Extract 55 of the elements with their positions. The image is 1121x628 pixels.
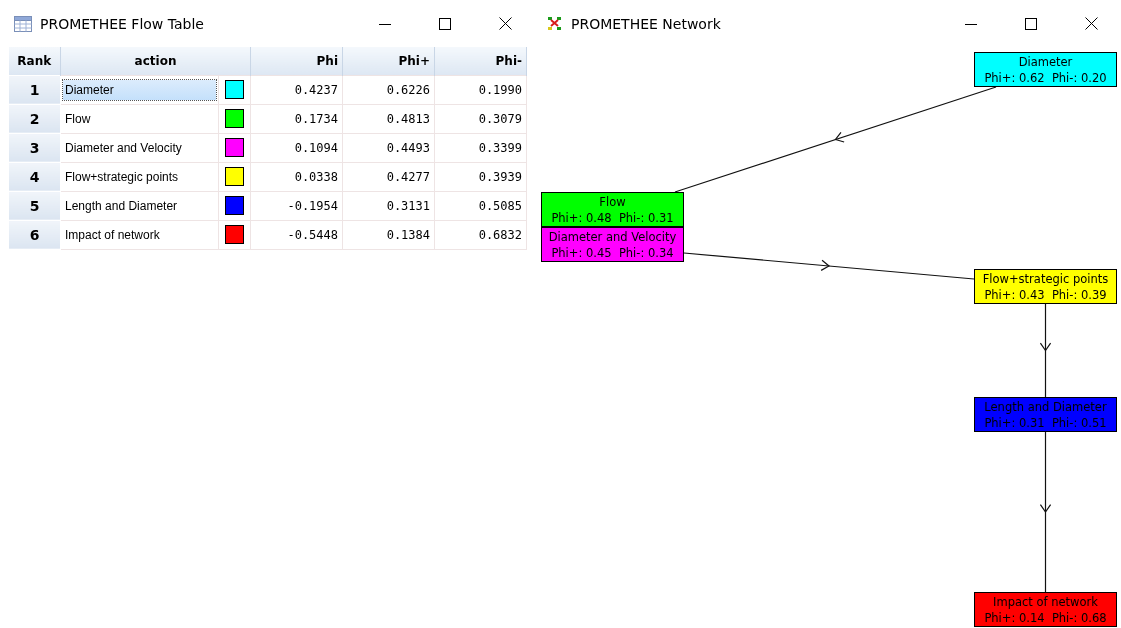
table-cell: 0.1384	[342, 220, 435, 249]
close-icon[interactable]	[1084, 17, 1098, 30]
action-cell[interactable]: Diameter	[63, 79, 216, 100]
network-node[interactable]: Diameter and Velocity Phi+: 0.45 Phi-: 0.34	[541, 227, 684, 262]
column-header[interactable]: Rank	[8, 47, 61, 75]
column-header[interactable]: Phi	[250, 47, 343, 75]
table-cell: 0.4277	[342, 162, 435, 191]
close-icon[interactable]	[498, 17, 512, 30]
network-node[interactable]: Diameter Phi+: 0.62 Phi-: 0.20	[974, 52, 1117, 87]
node-label: Flow+strategic points	[982, 270, 1109, 287]
table-cell: -0.5448	[250, 220, 343, 249]
table-cell: 0.3079	[434, 104, 527, 133]
node-label: Impact of network	[993, 593, 1098, 610]
network-node[interactable]: Flow+strategic points Phi+: 0.43 Phi-: 0.39	[974, 269, 1117, 304]
maximize-icon[interactable]	[1025, 17, 1037, 30]
rank-cell: 4	[8, 162, 61, 191]
table-cell: 0.4813	[342, 104, 435, 133]
column-header[interactable]: Phi+	[342, 47, 435, 75]
table-cell: 0.1990	[434, 75, 527, 104]
node-label: Flow	[599, 193, 626, 210]
node-scores: Phi+: 0.43 Phi-: 0.39	[984, 286, 1107, 303]
table-cell: 0.3939	[434, 162, 527, 191]
maximize-icon[interactable]	[439, 17, 451, 30]
node-scores: Phi+: 0.14 Phi-: 0.68	[984, 609, 1107, 626]
rank-cell: 3	[8, 133, 61, 162]
table-cell: 0.4237	[250, 75, 343, 104]
rank-cell: 6	[8, 220, 61, 249]
node-scores: Phi+: 0.31 Phi-: 0.51	[984, 414, 1107, 431]
node-label: Diameter	[1018, 53, 1073, 70]
table-cell: 0.1734	[250, 104, 343, 133]
table-cell: 0.0338	[250, 162, 343, 191]
window-title: PROMETHEE Flow Table	[40, 15, 204, 32]
table-cell: 0.6832	[434, 220, 527, 249]
network-icon	[547, 15, 563, 32]
column-header[interactable]: action	[60, 47, 251, 75]
rank-cell: 2	[8, 104, 61, 133]
table-cell: 0.1094	[250, 133, 343, 162]
node-label: Diameter and Velocity	[548, 228, 677, 245]
table-cell: 0.5085	[434, 191, 527, 220]
network-node[interactable]: Flow Phi+: 0.48 Phi-: 0.31	[541, 192, 684, 227]
table-cell: 0.3399	[434, 133, 527, 162]
table-cell: 0.4493	[342, 133, 435, 162]
window-title: PROMETHEE Network	[571, 15, 721, 32]
node-scores: Phi+: 0.45 Phi-: 0.34	[551, 244, 674, 261]
table-cell: 0.6226	[342, 75, 435, 104]
table-cell: -0.1954	[250, 191, 343, 220]
node-scores: Phi+: 0.62 Phi-: 0.20	[984, 69, 1107, 86]
node-scores: Phi+: 0.48 Phi-: 0.31	[551, 209, 674, 226]
node-label: Length and Diameter	[984, 398, 1107, 415]
rank-cell: 5	[8, 191, 61, 220]
column-header[interactable]: Phi-	[434, 47, 527, 75]
network-node[interactable]: Impact of network Phi+: 0.14 Phi-: 0.68	[974, 592, 1117, 627]
table-icon	[14, 15, 32, 32]
table-cell: 0.3131	[342, 191, 435, 220]
rank-cell: 1	[8, 75, 61, 104]
